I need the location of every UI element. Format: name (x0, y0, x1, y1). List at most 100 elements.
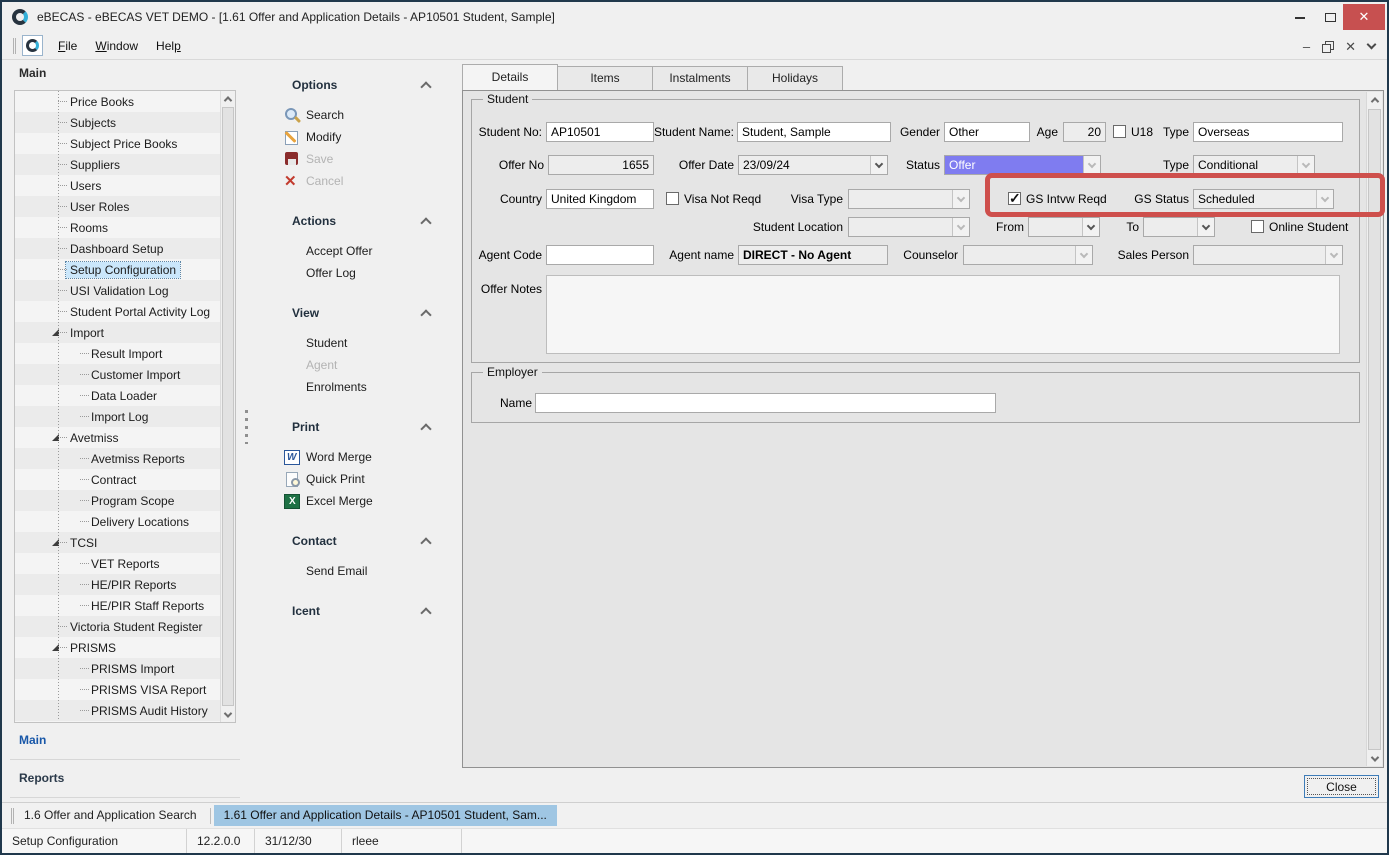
tree-expand-icon[interactable] (52, 539, 59, 546)
modify-button[interactable]: Modify (284, 126, 458, 148)
tree-item-usi-validation-log[interactable]: USI Validation Log (15, 280, 220, 301)
doc-tab-2[interactable]: 1.61 Offer and Application Details - AP1… (214, 805, 557, 826)
scroll-up-icon[interactable] (1367, 92, 1382, 107)
offer-type-combo[interactable]: Conditional (1193, 155, 1315, 175)
employer-name-field[interactable] (535, 393, 996, 413)
online-student-checkbox[interactable] (1251, 220, 1264, 233)
tree-item-subject-price-books[interactable]: Subject Price Books (15, 133, 220, 154)
tree-item-tcsi[interactable]: TCSI (15, 532, 220, 553)
tab-instalments[interactable]: Instalments (652, 66, 748, 90)
section-header-view[interactable]: View (292, 306, 430, 320)
to-combo[interactable] (1143, 217, 1215, 237)
tree-item-result-import[interactable]: Result Import (15, 343, 220, 364)
close-button[interactable]: Close (1304, 775, 1379, 798)
mdi-restore-icon[interactable] (1322, 41, 1333, 52)
visa-not-reqd-checkbox[interactable] (666, 192, 679, 205)
tree-item-users[interactable]: Users (15, 175, 220, 196)
tree-item-dashboard-setup[interactable]: Dashboard Setup (15, 238, 220, 259)
chevron-up-icon[interactable] (420, 81, 431, 92)
section-header-actions[interactable]: Actions (292, 214, 430, 228)
offer-notes-textarea[interactable] (546, 275, 1340, 354)
nav-footer-main[interactable]: Main (19, 733, 46, 747)
tree-item-delivery-locations[interactable]: Delivery Locations (15, 511, 220, 532)
agent-code-field[interactable] (546, 245, 654, 265)
tree-item-he-pir-staff-reports[interactable]: HE/PIR Staff Reports (15, 595, 220, 616)
chevron-down-icon[interactable] (1297, 156, 1314, 174)
student-no-field[interactable]: AP10501 (546, 122, 654, 142)
word-merge-button[interactable]: Word Merge (284, 446, 458, 468)
offer-date-combo[interactable]: 23/09/24 (738, 155, 888, 175)
tree-item-subjects[interactable]: Subjects (15, 112, 220, 133)
tree-item-prisms-visa-report[interactable]: PRISMS VISA Report (15, 679, 220, 700)
tree-item-prisms-audit-history[interactable]: PRISMS Audit History (15, 700, 220, 721)
tree-item-suppliers[interactable]: Suppliers (15, 154, 220, 175)
tree-item-he-pir-reports[interactable]: HE/PIR Reports (15, 574, 220, 595)
enrolments-button[interactable]: Enrolments (306, 376, 458, 398)
status-combo[interactable]: Offer (944, 155, 1101, 175)
splitter-left[interactable] (245, 410, 248, 444)
menu-grip[interactable] (13, 38, 16, 54)
country-field[interactable]: United Kingdom (546, 189, 654, 209)
scroll-down-icon[interactable] (1367, 751, 1382, 766)
tree-item-prisms[interactable]: PRISMS (15, 637, 220, 658)
section-header-contact[interactable]: Contact (292, 534, 430, 548)
chevron-down-icon[interactable] (1197, 218, 1214, 236)
chevron-up-icon[interactable] (420, 537, 431, 548)
scroll-down-icon[interactable] (221, 707, 235, 722)
tree-item-import-log[interactable]: Import Log (15, 406, 220, 427)
tree-scroll-thumb[interactable] (222, 107, 234, 706)
tree-expand-icon[interactable] (52, 644, 59, 651)
tree-item-prisms-import[interactable]: PRISMS Import (15, 658, 220, 679)
scroll-up-icon[interactable] (221, 91, 235, 106)
tree-item-rooms[interactable]: Rooms (15, 217, 220, 238)
offer-log-button[interactable]: Offer Log (306, 262, 458, 284)
mdi-minimize-icon[interactable]: – (1303, 40, 1310, 53)
accept-offer-button[interactable]: Accept Offer (306, 240, 458, 262)
quick-print-button[interactable]: Quick Print (284, 468, 458, 490)
maximize-button[interactable] (1317, 9, 1343, 26)
chevron-up-icon[interactable] (420, 309, 431, 320)
tree-item-avetmiss[interactable]: Avetmiss (15, 427, 220, 448)
tree-item-victoria-student-register[interactable]: Victoria Student Register (15, 616, 220, 637)
chevron-down-icon[interactable] (1083, 156, 1100, 174)
tree-item-data-loader[interactable]: Data Loader (15, 385, 220, 406)
content-scrollbar[interactable] (1366, 92, 1382, 766)
doc-tab-1[interactable]: 1.6 Offer and Application Search (14, 805, 207, 826)
tree-item-program-scope[interactable]: Program Scope (15, 490, 220, 511)
student-name-field[interactable]: Student, Sample (737, 122, 891, 142)
tab-details[interactable]: Details (462, 64, 558, 90)
chevron-down-icon[interactable] (1082, 218, 1099, 236)
tree-expand-icon[interactable] (52, 329, 59, 336)
close-window-button[interactable]: ✕ (1343, 4, 1385, 30)
section-header-icent[interactable]: Icent (292, 604, 430, 618)
tree-item-customer-import[interactable]: Customer Import (15, 364, 220, 385)
tree-scrollbar[interactable] (220, 91, 235, 722)
tree-item-vet-reports[interactable]: VET Reports (15, 553, 220, 574)
tab-items[interactable]: Items (557, 66, 653, 90)
section-header-options[interactable]: Options (292, 78, 430, 92)
tree-item-setup-configuration[interactable]: Setup Configuration (15, 259, 220, 280)
chevron-down-icon[interactable] (870, 156, 887, 174)
excel-merge-button[interactable]: Excel Merge (284, 490, 458, 512)
menu-logo-button[interactable] (22, 35, 43, 56)
tree-item-contract[interactable]: Contract (15, 469, 220, 490)
mdi-close-icon[interactable]: ✕ (1345, 40, 1356, 53)
minimize-button[interactable] (1287, 9, 1313, 26)
tree-item-import[interactable]: Import (15, 322, 220, 343)
tree-item-user-roles[interactable]: User Roles (15, 196, 220, 217)
menu-item-file[interactable]: File (49, 35, 86, 57)
tree-item-avetmiss-reports[interactable]: Avetmiss Reports (15, 448, 220, 469)
section-header-print[interactable]: Print (292, 420, 430, 434)
content-scroll-thumb[interactable] (1368, 109, 1381, 750)
mdi-chevron-down-icon[interactable] (1367, 40, 1377, 50)
student-type-field[interactable]: Overseas (1193, 122, 1343, 142)
send-email-button[interactable]: Send Email (306, 560, 458, 582)
tree-expand-icon[interactable] (52, 434, 59, 441)
u18-checkbox[interactable] (1113, 125, 1126, 138)
menu-item-help[interactable]: Help (147, 35, 190, 57)
gs-intvw-reqd-checkbox[interactable] (1008, 192, 1021, 205)
search-button[interactable]: Search (284, 104, 458, 126)
student-button[interactable]: Student (306, 332, 458, 354)
from-combo[interactable] (1028, 217, 1100, 237)
menu-item-window[interactable]: Window (86, 35, 147, 57)
